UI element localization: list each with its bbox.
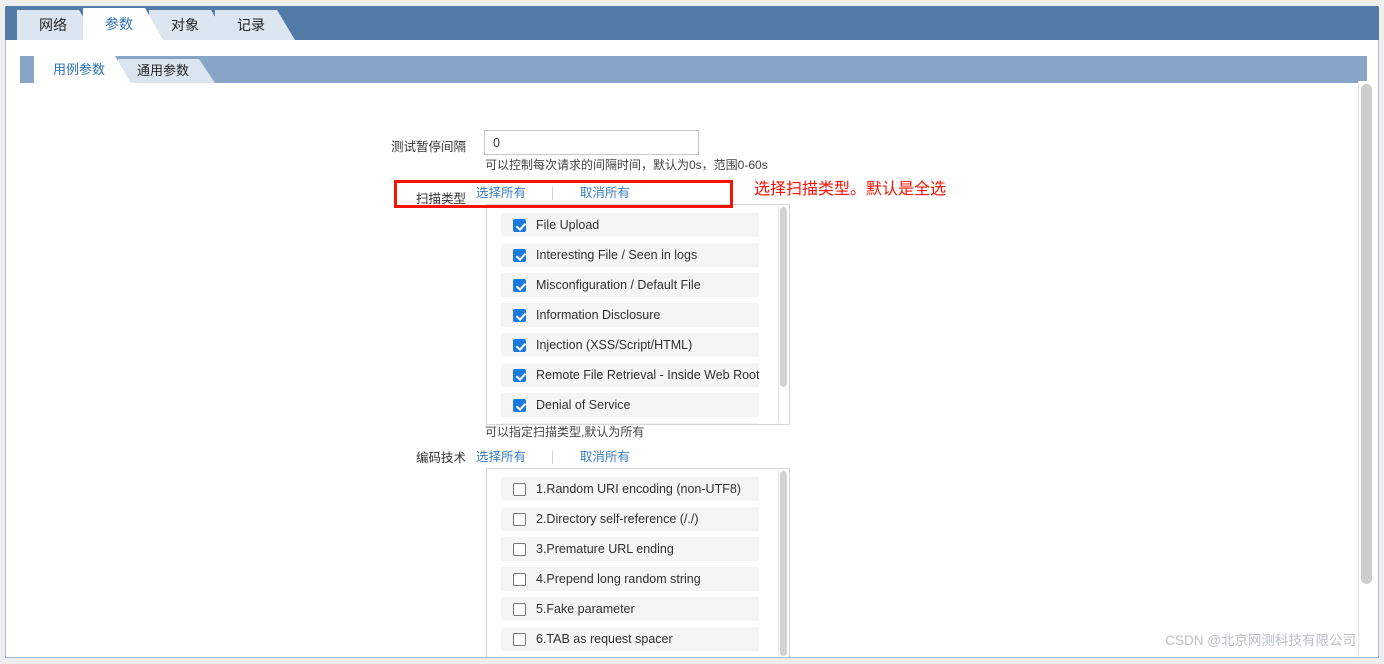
encoding-item[interactable]: 4.Prepend long random string [501,567,759,591]
main-tab-4[interactable]: 记录 [215,10,295,40]
checkbox-checked-icon[interactable] [513,308,526,322]
encoding-item-label: 1.Random URI encoding (non-UTF8) [536,482,741,496]
sub-tab-label: 通用参数 [137,63,190,78]
checkbox-checked-icon[interactable] [513,338,526,352]
main-tab-list: 网络 参数 对象 记录 [17,6,281,40]
pause-interval-hint: 可以控制每次请求的间隔时间，默认为0s，范围0-60s [485,158,768,172]
link-divider [552,187,554,201]
scan-type-item[interactable]: Misconfiguration / Default File [501,273,759,297]
scan-type-item-label: Remote File Retrieval - Inside Web Root [536,368,760,382]
encoding-item-label: 5.Fake parameter [536,602,635,616]
encoding-label: 编码技术 [415,451,466,465]
pause-interval-label: 测试暂停间隔 [390,140,466,154]
scan-type-item[interactable]: Interesting File / Seen in logs [501,243,759,267]
sub-tab-label: 用例参数 [53,62,106,77]
checkbox-unchecked-icon[interactable] [513,512,526,526]
sub-tab-2[interactable]: 通用参数 [118,59,215,83]
scan-type-scrollbar[interactable] [778,207,787,422]
scan-type-item-label: Denial of Service [536,398,631,412]
encoding-item[interactable]: 5.Fake parameter [501,597,759,621]
sub-tab-bar: 用例参数 通用参数 [20,56,1367,83]
checkbox-checked-icon[interactable] [513,398,526,412]
encoding-link-row: 选择所有 取消所有 [476,446,630,465]
scan-type-item-container: File Upload Interesting File / Seen in lo… [487,205,773,424]
scan-type-item[interactable]: Information Disclosure [501,303,759,327]
watermark-text: CSDN @北京网测科技有限公司 [1165,633,1356,648]
checkbox-checked-icon[interactable] [513,278,526,292]
encoding-scrollbar[interactable] [778,471,787,657]
main-tab-label: 网络 [39,17,67,33]
sub-tab-1[interactable]: 用例参数 [34,56,131,83]
checkbox-checked-icon[interactable] [513,218,526,232]
encoding-item-label: 3.Premature URL ending [536,542,674,556]
scan-type-item[interactable]: Denial of Service [501,393,759,417]
scan-type-item[interactable]: Injection (XSS/Script/HTML) [501,333,759,357]
encoding-item[interactable]: 3.Premature URL ending [501,537,759,561]
annotation-note: 选择扫描类型。默认是全选 [754,179,947,198]
link-divider [552,451,554,465]
sub-tab-list: 用例参数 通用参数 [34,56,202,83]
encoding-item[interactable]: 6.TAB as request spacer [501,627,759,651]
scan-type-item-label: Interesting File / Seen in logs [536,248,698,262]
scan-type-item-label: Injection (XSS/Script/HTML) [536,338,693,352]
encoding-list[interactable]: 1.Random URI encoding (non-UTF8) 2.Direct… [486,468,790,658]
checkbox-unchecked-icon[interactable] [513,572,526,586]
encoding-select-all-link[interactable]: 选择所有 [476,450,526,464]
scan-type-select-all-link[interactable]: 选择所有 [476,186,526,200]
scan-type-item-label: Information Disclosure [536,308,661,322]
content-panel: 用例参数 通用参数 测试暂停间隔 可以控制每次请求的间隔时间，默认为0s，范围0-… [5,40,1379,658]
checkbox-unchecked-icon[interactable] [513,602,526,616]
pause-interval-input[interactable] [484,130,699,155]
scan-type-list[interactable]: File Upload Interesting File / Seen in lo… [486,204,790,425]
scan-type-link-row: 选择所有 取消所有 [476,182,630,201]
encoding-item-label: 2.Directory self-reference (/./) [536,512,699,526]
main-tab-label: 记录 [237,17,265,33]
scan-type-item-label: File Upload [536,218,600,232]
scan-type-item[interactable]: File Upload [501,213,759,237]
encoding-item[interactable]: 2.Directory self-reference (/./) [501,507,759,531]
checkbox-unchecked-icon[interactable] [513,482,526,496]
encoding-deselect-all-link[interactable]: 取消所有 [580,450,630,464]
app-window: 网络 参数 对象 记录 用例参数 通用参数 测试暂停间隔 可以控制每次请求的间隔时间，默… [0,0,1384,664]
encoding-scroll-thumb[interactable] [780,471,787,656]
checkbox-checked-icon[interactable] [513,368,526,382]
main-tab-label: 对象 [171,17,199,33]
checkbox-unchecked-icon[interactable] [513,632,526,646]
checkbox-checked-icon[interactable] [513,248,526,262]
encoding-item[interactable]: 7.Change the case of the URL [501,657,759,658]
main-tab-bar: 网络 参数 对象 记录 [5,6,1379,40]
scan-type-item-label: Misconfiguration / Default File [536,278,701,292]
encoding-item-container: 1.Random URI encoding (non-UTF8) 2.Direct… [487,469,773,658]
scan-type-item[interactable]: Remote File Retrieval - Inside Web Root [501,363,759,387]
checkbox-unchecked-icon[interactable] [513,542,526,556]
main-tab-label: 参数 [105,16,133,32]
encoding-item-label: 6.TAB as request spacer [536,632,673,646]
encoding-item-label: 4.Prepend long random string [536,572,701,586]
scan-type-scroll-thumb[interactable] [780,207,787,387]
scan-type-deselect-all-link[interactable]: 取消所有 [580,186,630,200]
scan-type-label: 扫描类型 [415,192,466,206]
page-scroll-thumb[interactable] [1361,84,1372,584]
encoding-item[interactable]: 1.Random URI encoding (non-UTF8) [501,477,759,501]
page-scrollbar[interactable] [1358,81,1373,657]
scan-type-hint: 可以指定扫描类型,默认为所有 [485,425,645,439]
